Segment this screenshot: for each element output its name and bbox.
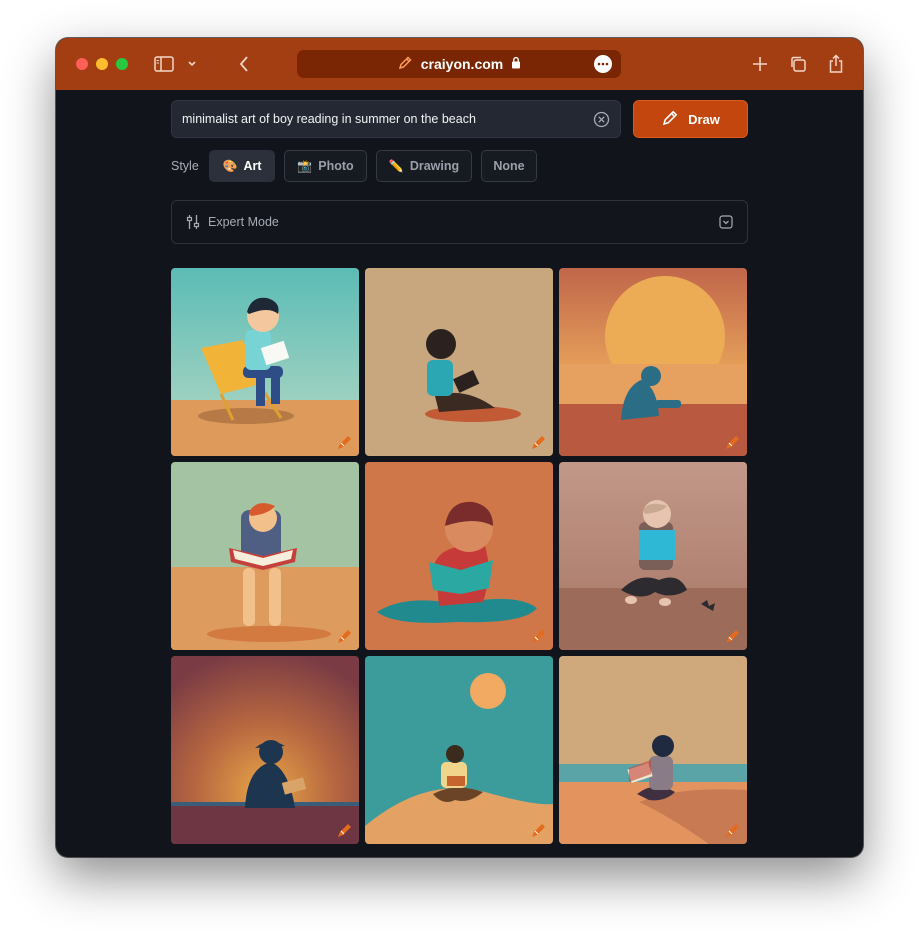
camera-icon: 📸 — [297, 159, 313, 173]
chevron-down-icon[interactable] — [719, 215, 733, 234]
minimize-window-button[interactable] — [96, 58, 108, 70]
url-text: craiyon.com — [420, 56, 504, 72]
style-option-none[interactable]: None — [481, 150, 537, 182]
expert-mode-label: Expert Mode — [208, 215, 279, 229]
style-option-label: Photo — [318, 159, 354, 173]
result-image[interactable] — [559, 656, 747, 844]
result-image[interactable] — [171, 268, 359, 456]
draw-button[interactable]: Draw — [633, 100, 748, 138]
crayon-watermark-icon — [336, 433, 354, 451]
browser-toolbar: craiyon.com — [56, 38, 863, 90]
sidebar-toggle-icon[interactable] — [152, 52, 176, 76]
crayon-watermark-icon — [530, 433, 548, 451]
result-image[interactable] — [365, 656, 553, 844]
more-options-icon[interactable] — [594, 55, 612, 73]
result-image[interactable] — [365, 268, 553, 456]
prompt-input[interactable]: minimalist art of boy reading in summer … — [171, 100, 621, 138]
draw-button-label: Draw — [688, 111, 720, 127]
page-content: minimalist art of boy reading in summer … — [56, 90, 863, 857]
chevron-down-icon[interactable] — [184, 52, 200, 76]
pencil-icon — [397, 55, 413, 74]
crayon-watermark-icon — [724, 433, 742, 451]
results-grid — [171, 268, 748, 845]
crayon-watermark-icon — [336, 627, 354, 645]
result-image[interactable] — [365, 462, 553, 650]
style-option-label: Drawing — [409, 159, 460, 173]
browser-window: craiyon.com minimalist art of boy readin… — [56, 38, 863, 857]
sliders-icon — [186, 214, 200, 235]
result-image[interactable] — [559, 268, 747, 456]
style-option-drawing[interactable]: ✏️ Drawing — [376, 150, 472, 182]
pencil-icon: ✏️ — [388, 159, 404, 173]
lock-icon — [511, 56, 521, 72]
prompt-text[interactable]: minimalist art of boy reading in summer … — [182, 112, 476, 126]
style-option-photo[interactable]: 📸 Photo — [284, 150, 367, 182]
pencil-icon — [661, 109, 679, 130]
maximize-window-button[interactable] — [116, 58, 128, 70]
back-icon[interactable] — [234, 52, 254, 76]
tab-overview-icon[interactable] — [787, 52, 809, 76]
style-label: Style — [171, 159, 199, 173]
crayon-watermark-icon — [530, 821, 548, 839]
crayon-watermark-icon — [724, 627, 742, 645]
close-window-button[interactable] — [76, 58, 88, 70]
style-option-label: None — [493, 159, 525, 173]
crayon-watermark-icon — [530, 627, 548, 645]
result-image[interactable] — [559, 462, 747, 650]
share-icon[interactable] — [825, 52, 847, 76]
result-image[interactable] — [171, 462, 359, 650]
crayon-watermark-icon — [336, 821, 354, 839]
clear-input-icon[interactable] — [593, 111, 610, 128]
new-tab-icon[interactable] — [749, 52, 771, 76]
address-bar[interactable]: craiyon.com — [297, 50, 621, 78]
expert-mode-toggle[interactable]: Expert Mode — [171, 200, 748, 244]
style-option-label: Art — [243, 159, 262, 173]
crayon-watermark-icon — [724, 821, 742, 839]
palette-icon: 🎨 — [222, 159, 238, 173]
result-image[interactable] — [171, 656, 359, 844]
style-option-art[interactable]: 🎨 Art — [209, 150, 275, 182]
